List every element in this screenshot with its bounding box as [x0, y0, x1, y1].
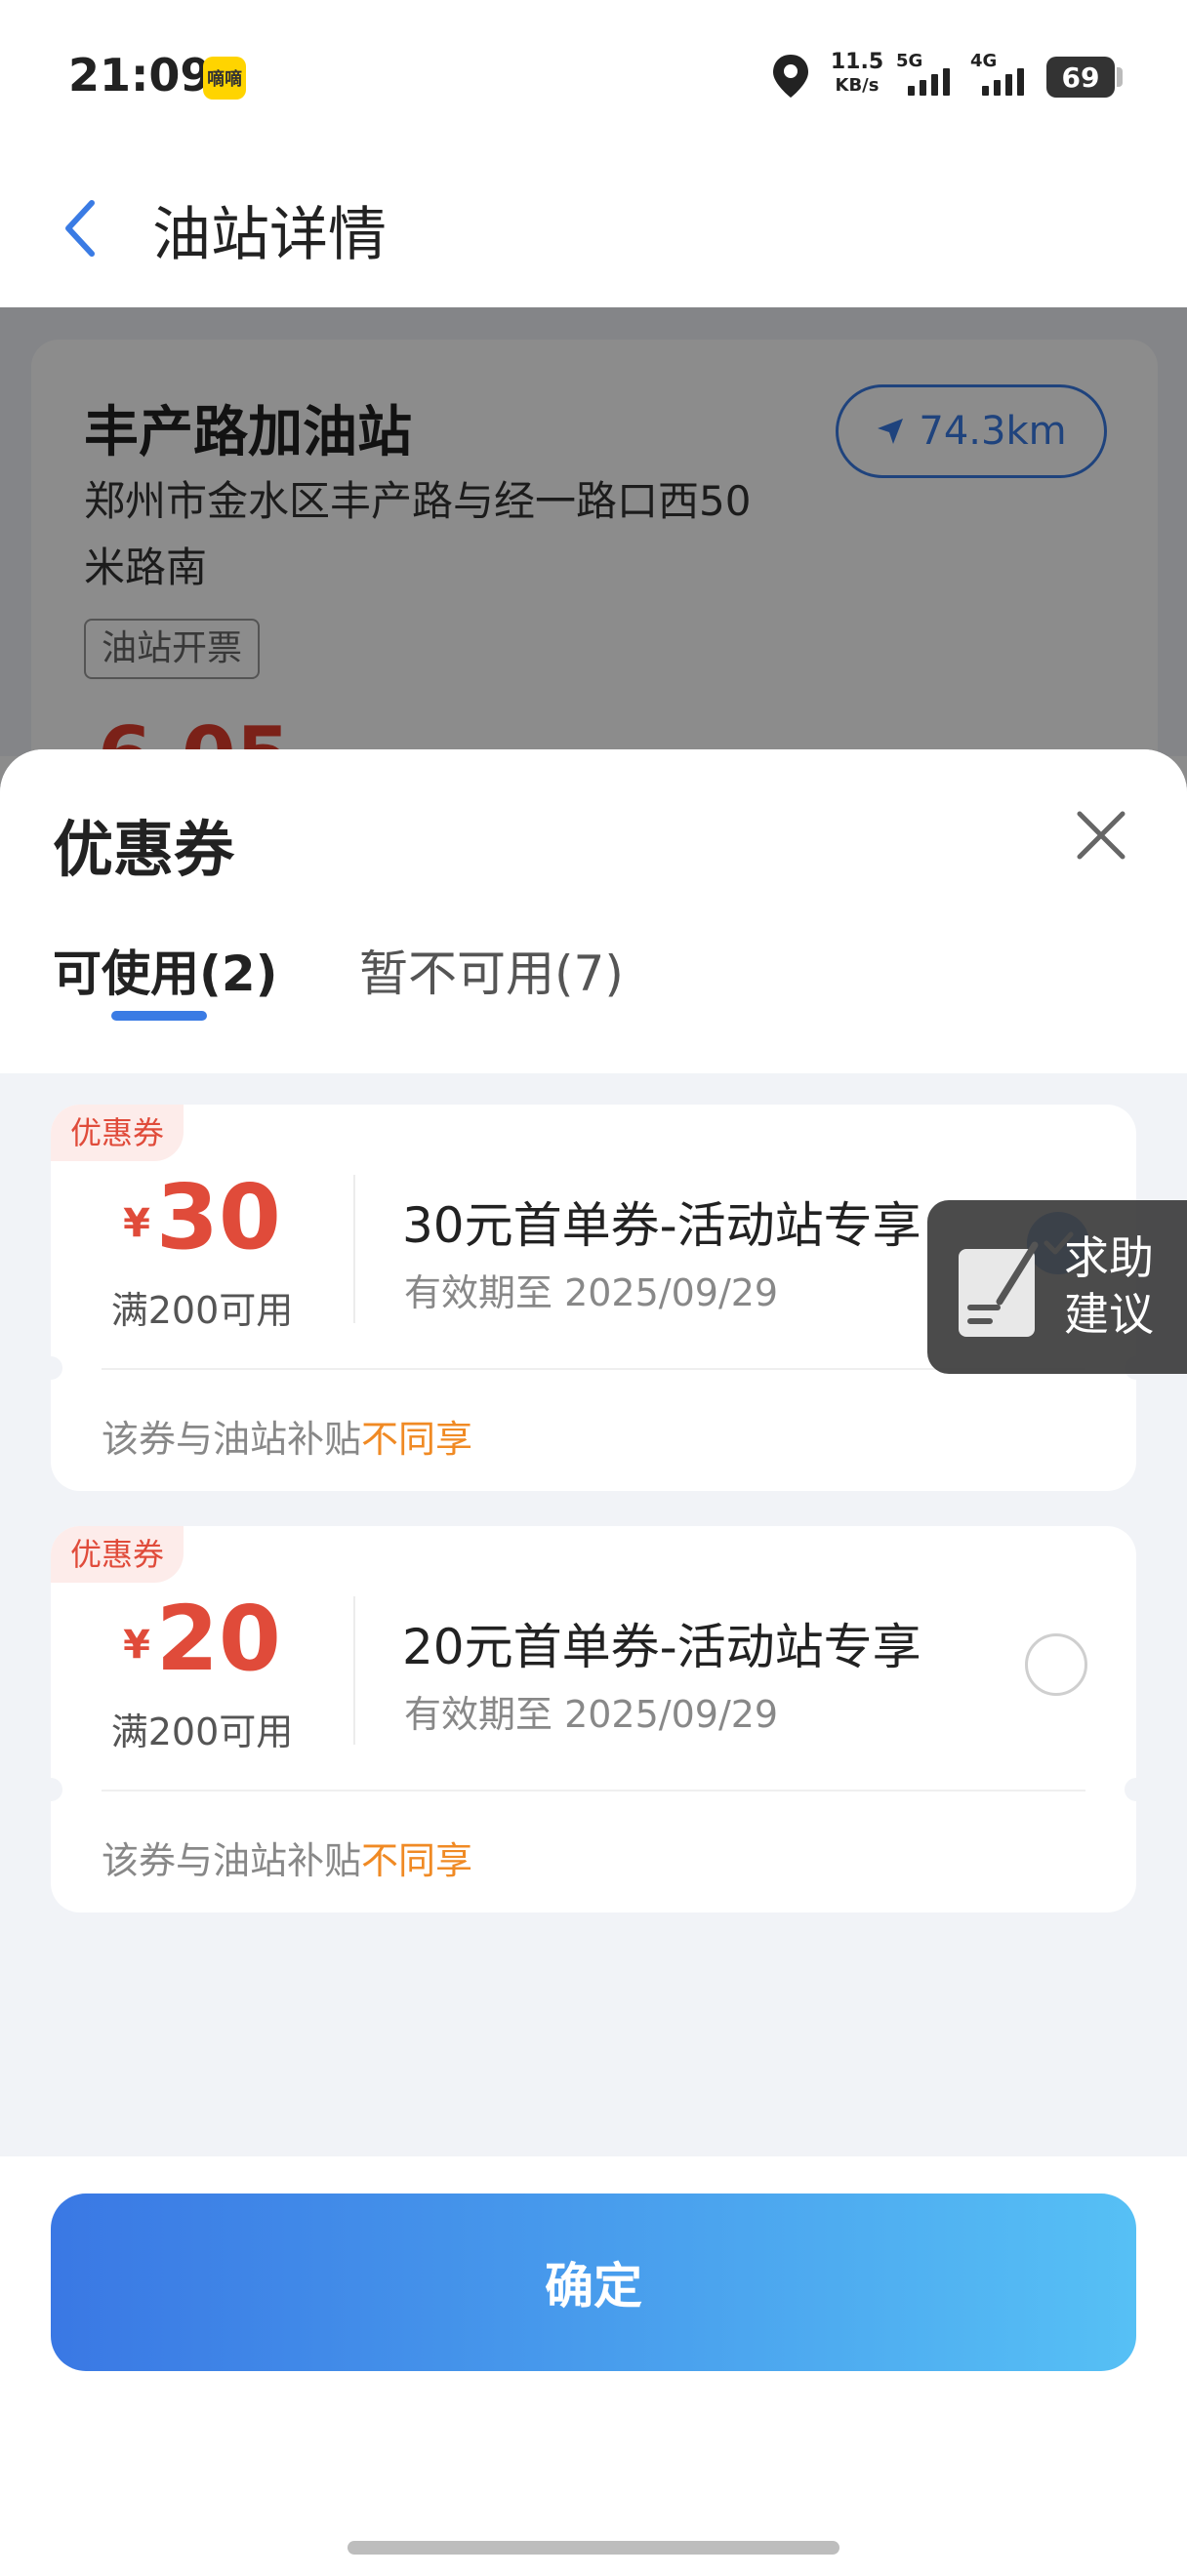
status-time: 21:09 — [68, 49, 212, 101]
coupon-name: 30元首单券-活动站专享 — [402, 1197, 921, 1254]
coupon-amount: ¥20 — [51, 1587, 353, 1694]
coupon-name: 20元首单券-活动站专享 — [402, 1619, 921, 1675]
close-icon — [1077, 811, 1126, 860]
page-title: 油站详情 — [152, 201, 387, 269]
location-icon — [773, 55, 808, 98]
tab-available[interactable]: 可使用(2) — [53, 935, 278, 1005]
help-feedback-button[interactable]: 求助 建议 — [927, 1200, 1187, 1374]
back-button[interactable] — [51, 189, 109, 267]
coupon-note-highlight: 不同享 — [361, 1418, 473, 1461]
app-badge-icon: 嘀嘀 — [203, 57, 246, 100]
home-indicator[interactable] — [348, 2541, 839, 2555]
coupon-card[interactable]: 优惠券 ¥20 满200可用 20元首单券-活动站专享 有效期至 2025/09… — [39, 1526, 1148, 1912]
battery-icon: 69 — [1046, 57, 1123, 98]
coupon-condition: 满200可用 — [110, 1711, 294, 1753]
network-speed-unit: KB/s — [835, 75, 880, 96]
modal-overlay[interactable] — [0, 307, 1187, 795]
feedback-pen-icon — [959, 1241, 1039, 1337]
network-speed: 11.5 KB/s — [826, 51, 888, 98]
help-text: 求助 建议 — [1064, 1231, 1154, 1341]
coupon-amount: ¥30 — [51, 1165, 353, 1272]
footer: 确定 — [0, 2156, 1187, 2576]
tab-active-indicator — [111, 1011, 207, 1021]
coupon-amount-value: 20 — [155, 1587, 281, 1691]
coupon-note: 该券与油站补贴不同享 — [102, 1418, 473, 1461]
close-button[interactable] — [1070, 804, 1132, 866]
signal-5g-icon: 5G — [896, 51, 964, 100]
coupon-expiry: 有效期至 2025/09/29 — [404, 1693, 779, 1736]
nav-bar: 油站详情 — [0, 146, 1187, 307]
coupon-note: 该券与油站补贴不同享 — [102, 1839, 473, 1882]
coupon-condition: 满200可用 — [110, 1289, 294, 1332]
coupon-note-highlight: 不同享 — [361, 1839, 473, 1882]
confirm-button[interactable]: 确定 — [51, 2194, 1136, 2371]
coupon-select-radio[interactable] — [1025, 1633, 1087, 1696]
status-bar: 21:09 嘀嘀 11.5 KB/s 5G 4G 69 — [0, 0, 1187, 146]
chevron-left-icon — [65, 200, 95, 257]
tab-unavailable[interactable]: 暂不可用(7) — [359, 935, 624, 1005]
currency-symbol: ¥ — [123, 1623, 150, 1668]
sheet-title: 优惠券 — [53, 814, 235, 885]
sheet-header: 优惠券 可使用(2) 暂不可用(7) — [0, 749, 1187, 1073]
signal-4g-icon: 4G — [970, 51, 1039, 100]
coupon-tag: 优惠券 — [51, 1526, 184, 1583]
network-speed-value: 11.5 — [830, 50, 884, 74]
currency-symbol: ¥ — [123, 1201, 150, 1246]
coupon-amount-value: 30 — [155, 1165, 281, 1269]
coupon-tag: 优惠券 — [51, 1105, 184, 1161]
coupon-expiry: 有效期至 2025/09/29 — [404, 1271, 779, 1314]
